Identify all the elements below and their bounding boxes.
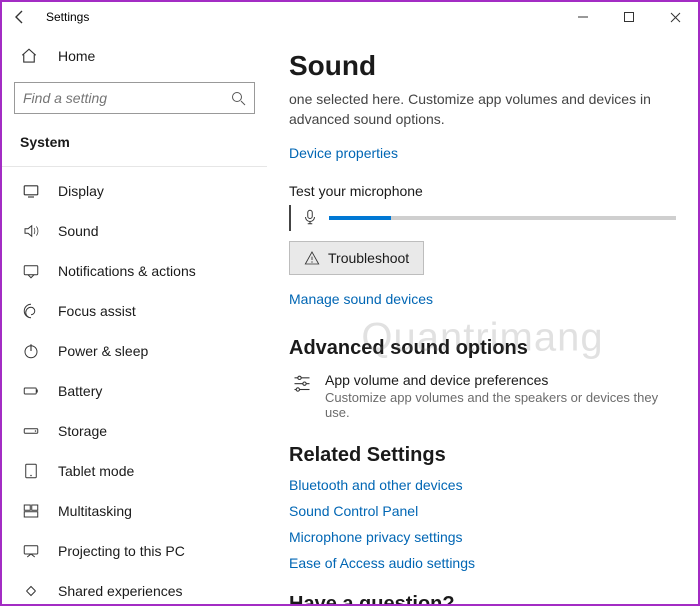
test-mic-label: Test your microphone bbox=[289, 183, 676, 199]
sidebar-item-power-sleep[interactable]: Power & sleep bbox=[14, 331, 255, 371]
sidebar-home-label: Home bbox=[58, 48, 95, 64]
titlebar-title: Settings bbox=[46, 10, 89, 24]
sidebar-item-label: Notifications & actions bbox=[58, 263, 196, 279]
main-content: Sound one selected here. Customize app v… bbox=[267, 32, 698, 604]
device-properties-link[interactable]: Device properties bbox=[289, 145, 398, 161]
sidebar-item-notifications[interactable]: Notifications & actions bbox=[14, 251, 255, 291]
sidebar-item-label: Projecting to this PC bbox=[58, 543, 185, 559]
question-heading: Have a question? bbox=[289, 593, 676, 604]
sidebar-item-label: Power & sleep bbox=[58, 343, 148, 359]
advanced-item-desc: Customize app volumes and the speakers o… bbox=[325, 390, 676, 420]
sidebar-item-projecting[interactable]: Projecting to this PC bbox=[14, 531, 255, 571]
sidebar: Home System Display bbox=[2, 32, 267, 604]
microphone-icon bbox=[301, 207, 319, 230]
sliders-icon bbox=[289, 372, 315, 420]
notifications-icon bbox=[20, 262, 42, 280]
home-icon bbox=[20, 47, 42, 65]
tablet-icon bbox=[20, 462, 42, 480]
projecting-icon bbox=[20, 542, 42, 560]
settings-window: Settings Home bbox=[0, 0, 700, 606]
sidebar-item-multitasking[interactable]: Multitasking bbox=[14, 491, 255, 531]
sound-icon bbox=[20, 222, 42, 240]
power-icon bbox=[20, 342, 42, 360]
search-icon bbox=[222, 90, 254, 106]
window-controls bbox=[560, 2, 698, 32]
warning-icon bbox=[304, 250, 320, 266]
search-wrap bbox=[14, 82, 255, 114]
sidebar-item-label: Sound bbox=[58, 223, 98, 239]
storage-icon bbox=[20, 422, 42, 440]
battery-icon bbox=[20, 382, 42, 400]
sidebar-item-label: Multitasking bbox=[58, 503, 132, 519]
sidebar-home[interactable]: Home bbox=[14, 38, 255, 74]
sidebar-divider bbox=[2, 166, 267, 167]
annotation-arrow bbox=[687, 362, 698, 552]
sidebar-item-label: Display bbox=[58, 183, 104, 199]
back-button[interactable] bbox=[12, 9, 28, 25]
sidebar-nav: Display Sound Notifications & actions bbox=[14, 171, 255, 604]
titlebar: Settings bbox=[2, 2, 698, 32]
mic-test-row bbox=[289, 205, 676, 231]
shared-icon bbox=[20, 582, 42, 600]
search-input[interactable] bbox=[15, 83, 222, 113]
search-box[interactable] bbox=[14, 82, 255, 114]
maximize-button[interactable] bbox=[606, 2, 652, 32]
advanced-item-title: App volume and device preferences bbox=[325, 372, 676, 388]
minimize-button[interactable] bbox=[560, 2, 606, 32]
related-settings-heading: Related Settings bbox=[289, 444, 676, 467]
sidebar-item-label: Focus assist bbox=[58, 303, 136, 319]
window-body: Home System Display bbox=[2, 32, 698, 604]
link-sound-control-panel[interactable]: Sound Control Panel bbox=[289, 503, 676, 519]
sidebar-item-focus-assist[interactable]: Focus assist bbox=[14, 291, 255, 331]
troubleshoot-button[interactable]: Troubleshoot bbox=[289, 241, 424, 275]
sidebar-item-tablet-mode[interactable]: Tablet mode bbox=[14, 451, 255, 491]
focus-assist-icon bbox=[20, 302, 42, 320]
link-bluetooth[interactable]: Bluetooth and other devices bbox=[289, 477, 676, 493]
sidebar-item-storage[interactable]: Storage bbox=[14, 411, 255, 451]
sidebar-item-label: Shared experiences bbox=[58, 583, 183, 599]
mic-level-bar bbox=[329, 216, 676, 220]
display-icon bbox=[20, 182, 42, 200]
sidebar-item-label: Battery bbox=[58, 383, 102, 399]
sidebar-item-shared-experiences[interactable]: Shared experiences bbox=[14, 571, 255, 604]
sidebar-item-display[interactable]: Display bbox=[14, 171, 255, 211]
sidebar-group-header: System bbox=[14, 128, 255, 164]
page-title: Sound bbox=[289, 50, 676, 82]
page-subtext: one selected here. Customize app volumes… bbox=[289, 90, 676, 129]
sidebar-item-label: Storage bbox=[58, 423, 107, 439]
troubleshoot-label: Troubleshoot bbox=[328, 250, 409, 266]
link-ease-access-audio[interactable]: Ease of Access audio settings bbox=[289, 555, 676, 571]
advanced-options-heading: Advanced sound options bbox=[289, 337, 676, 360]
sidebar-item-label: Tablet mode bbox=[58, 463, 134, 479]
related-links: Bluetooth and other devices Sound Contro… bbox=[289, 477, 676, 571]
link-mic-privacy[interactable]: Microphone privacy settings bbox=[289, 529, 676, 545]
sidebar-item-battery[interactable]: Battery bbox=[14, 371, 255, 411]
multitasking-icon bbox=[20, 502, 42, 520]
close-button[interactable] bbox=[652, 2, 698, 32]
manage-sound-devices-link[interactable]: Manage sound devices bbox=[289, 291, 433, 307]
sidebar-item-sound[interactable]: Sound bbox=[14, 211, 255, 251]
app-volume-preferences[interactable]: App volume and device preferences Custom… bbox=[289, 370, 676, 422]
